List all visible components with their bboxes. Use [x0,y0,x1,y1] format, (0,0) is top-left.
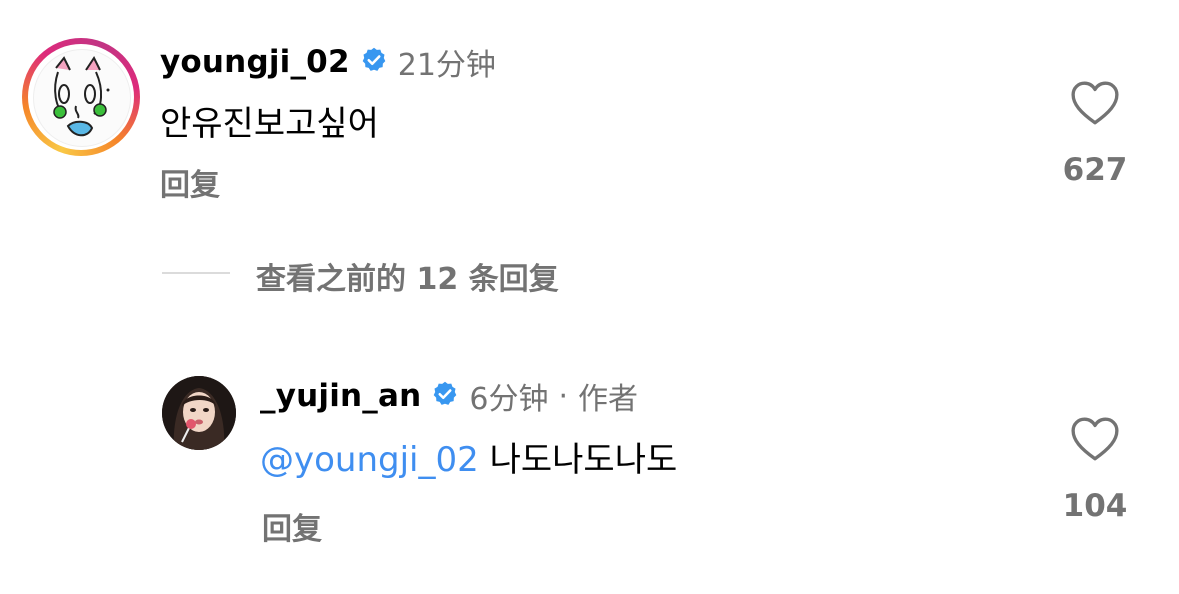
meta-separator: · [558,378,569,414]
comment-header: youngji_02 21分钟 [160,40,496,84]
reply-button[interactable]: 回复 [262,504,322,548]
comment-thread: youngji_02 21分钟 안유진보고싶어 回复 627 查看之前的 12 … [0,0,1179,594]
reply-header: _yujin_an 6分钟 · 作者 [260,374,638,418]
reply-username[interactable]: _yujin_an [260,378,421,414]
comment-text: 안유진보고싶어 [160,104,379,144]
reply-like-column: 104 [1055,416,1135,524]
avatar-photo-icon [162,376,236,450]
view-previous-replies-button[interactable]: 查看之前的 12 条回复 [256,254,559,298]
like-count: 104 [1062,488,1128,524]
reply-button[interactable]: 回复 [160,160,220,204]
comment-time: 21分钟 [397,48,496,83]
heart-icon[interactable] [1070,81,1120,130]
reply-body: 나도나도나도 [489,440,678,480]
avatar-drawing-icon [53,56,110,137]
like-count: 627 [1062,152,1128,188]
divider-line [162,272,230,274]
reply-time: 6分钟 [469,382,549,417]
avatar-story-ring[interactable] [22,38,140,156]
heart-icon[interactable] [1070,417,1120,466]
mention-link[interactable]: @youngji_02 [260,440,479,480]
verified-badge-icon [431,380,459,412]
comment-like-column: 627 [1055,80,1135,188]
author-tag: 作者 [578,382,639,417]
reply-avatar[interactable] [162,376,236,450]
verified-badge-icon [360,46,388,78]
comment-username[interactable]: youngji_02 [160,44,350,80]
reply-text: @youngji_02 나도나도나도 [260,432,677,481]
avatar [33,49,131,147]
